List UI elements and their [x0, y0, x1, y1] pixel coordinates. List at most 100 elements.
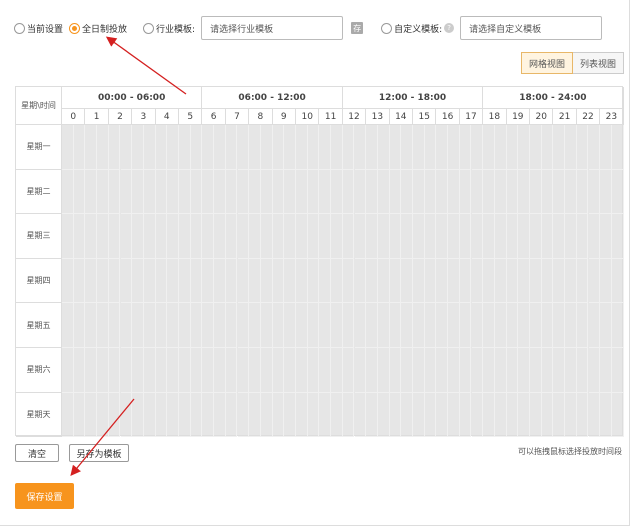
time-slot-cell[interactable]	[471, 303, 484, 348]
time-slot-cell[interactable]	[600, 392, 612, 438]
time-slot-cell[interactable]	[459, 392, 472, 438]
time-slot-cell[interactable]	[588, 348, 601, 393]
time-slot-cell[interactable]	[190, 214, 203, 259]
time-slot-cell[interactable]	[342, 392, 355, 438]
time-slot-cell[interactable]	[494, 125, 507, 170]
time-slot-cell[interactable]	[296, 348, 308, 393]
time-slot-cell[interactable]	[354, 169, 367, 215]
time-slot-cell[interactable]	[214, 214, 226, 259]
time-slot-cell[interactable]	[237, 392, 250, 438]
time-slot-cell[interactable]	[272, 392, 285, 438]
hour-header[interactable]: 20	[530, 109, 554, 125]
time-slot-cell[interactable]	[108, 125, 121, 170]
day-row-header[interactable]: 星期一	[16, 125, 62, 170]
time-slot-cell[interactable]	[155, 169, 168, 215]
time-slot-cell[interactable]	[541, 258, 554, 304]
time-slot-cell[interactable]	[143, 303, 156, 348]
time-slot-cell[interactable]	[494, 392, 507, 438]
hour-header[interactable]: 13	[366, 109, 390, 125]
hour-header[interactable]: 4	[155, 109, 179, 125]
time-slot-cell[interactable]	[179, 348, 191, 393]
time-slot-cell[interactable]	[331, 258, 343, 304]
time-slot-cell[interactable]	[97, 214, 109, 259]
time-slot-cell[interactable]	[260, 258, 273, 304]
time-slot-cell[interactable]	[155, 392, 168, 438]
time-slot-cell[interactable]	[132, 169, 144, 215]
time-slot-cell[interactable]	[296, 258, 308, 304]
time-slot-cell[interactable]	[401, 303, 413, 348]
time-slot-cell[interactable]	[73, 169, 86, 215]
time-slot-cell[interactable]	[97, 392, 109, 438]
time-slot-cell[interactable]	[483, 392, 495, 438]
time-slot-cell[interactable]	[565, 392, 577, 438]
time-slot-cell[interactable]	[424, 303, 437, 348]
time-slot-cell[interactable]	[319, 125, 332, 170]
time-slot-cell[interactable]	[354, 392, 367, 438]
time-slot-cell[interactable]	[120, 348, 133, 393]
time-slot-cell[interactable]	[588, 169, 601, 215]
time-slot-cell[interactable]	[541, 125, 554, 170]
time-slot-cell[interactable]	[120, 303, 133, 348]
time-slot-cell[interactable]	[120, 258, 133, 304]
time-slot-cell[interactable]	[483, 348, 495, 393]
time-slot-cell[interactable]	[588, 303, 601, 348]
time-slot-cell[interactable]	[331, 214, 343, 259]
industry-template-select[interactable]: 请选择行业模板	[201, 16, 344, 40]
time-slot-cell[interactable]	[565, 258, 577, 304]
time-slot-cell[interactable]	[179, 303, 191, 348]
time-slot-cell[interactable]	[272, 258, 285, 304]
time-slot-cell[interactable]	[272, 348, 285, 393]
time-slot-cell[interactable]	[143, 169, 156, 215]
time-slot-cell[interactable]	[518, 169, 530, 215]
time-slot-cell[interactable]	[143, 348, 156, 393]
time-slot-cell[interactable]	[541, 392, 554, 438]
time-slot-cell[interactable]	[494, 348, 507, 393]
time-slot-cell[interactable]	[155, 125, 168, 170]
time-slot-cell[interactable]	[249, 348, 261, 393]
time-slot-cell[interactable]	[225, 125, 238, 170]
time-slot-cell[interactable]	[530, 214, 542, 259]
save-as-template-button[interactable]: 另存为模板	[69, 444, 129, 462]
time-slot-cell[interactable]	[155, 258, 168, 304]
time-slot-cell[interactable]	[459, 214, 472, 259]
time-slot-cell[interactable]	[459, 348, 472, 393]
hour-header[interactable]: 5	[179, 109, 203, 125]
time-slot-cell[interactable]	[530, 303, 542, 348]
time-slot-cell[interactable]	[377, 303, 390, 348]
time-slot-cell[interactable]	[471, 169, 484, 215]
time-slot-cell[interactable]	[202, 258, 215, 304]
time-slot-cell[interactable]	[494, 169, 507, 215]
time-slot-cell[interactable]	[448, 125, 460, 170]
time-slot-cell[interactable]	[553, 392, 566, 438]
time-slot-cell[interactable]	[436, 125, 449, 170]
time-slot-cell[interactable]	[155, 348, 168, 393]
time-slot-cell[interactable]	[553, 214, 566, 259]
time-slot-cell[interactable]	[471, 258, 484, 304]
day-row-header[interactable]: 星期五	[16, 303, 62, 348]
time-slot-cell[interactable]	[611, 169, 624, 215]
hour-header[interactable]: 21	[553, 109, 577, 125]
time-slot-cell[interactable]	[190, 258, 203, 304]
hour-header[interactable]: 18	[483, 109, 507, 125]
time-slot-cell[interactable]	[459, 125, 472, 170]
time-slot-cell[interactable]	[284, 348, 296, 393]
hour-header[interactable]: 19	[506, 109, 530, 125]
time-slot-cell[interactable]	[553, 169, 566, 215]
time-slot-cell[interactable]	[155, 214, 168, 259]
time-slot-cell[interactable]	[506, 258, 519, 304]
time-slot-cell[interactable]	[553, 125, 566, 170]
time-slot-cell[interactable]	[448, 348, 460, 393]
time-slot-cell[interactable]	[576, 303, 589, 348]
time-slot-cell[interactable]	[249, 303, 261, 348]
time-slot-cell[interactable]	[389, 348, 402, 393]
time-slot-cell[interactable]	[62, 348, 74, 393]
time-slot-cell[interactable]	[307, 348, 320, 393]
time-slot-cell[interactable]	[237, 348, 250, 393]
time-slot-cell[interactable]	[506, 303, 519, 348]
time-slot-cell[interactable]	[73, 303, 86, 348]
time-slot-cell[interactable]	[260, 392, 273, 438]
radio-full-day[interactable]: 全日制投放	[69, 22, 127, 35]
time-slot-cell[interactable]	[296, 214, 308, 259]
time-slot-cell[interactable]	[120, 169, 133, 215]
save-template-icon[interactable]: 存	[351, 22, 364, 34]
